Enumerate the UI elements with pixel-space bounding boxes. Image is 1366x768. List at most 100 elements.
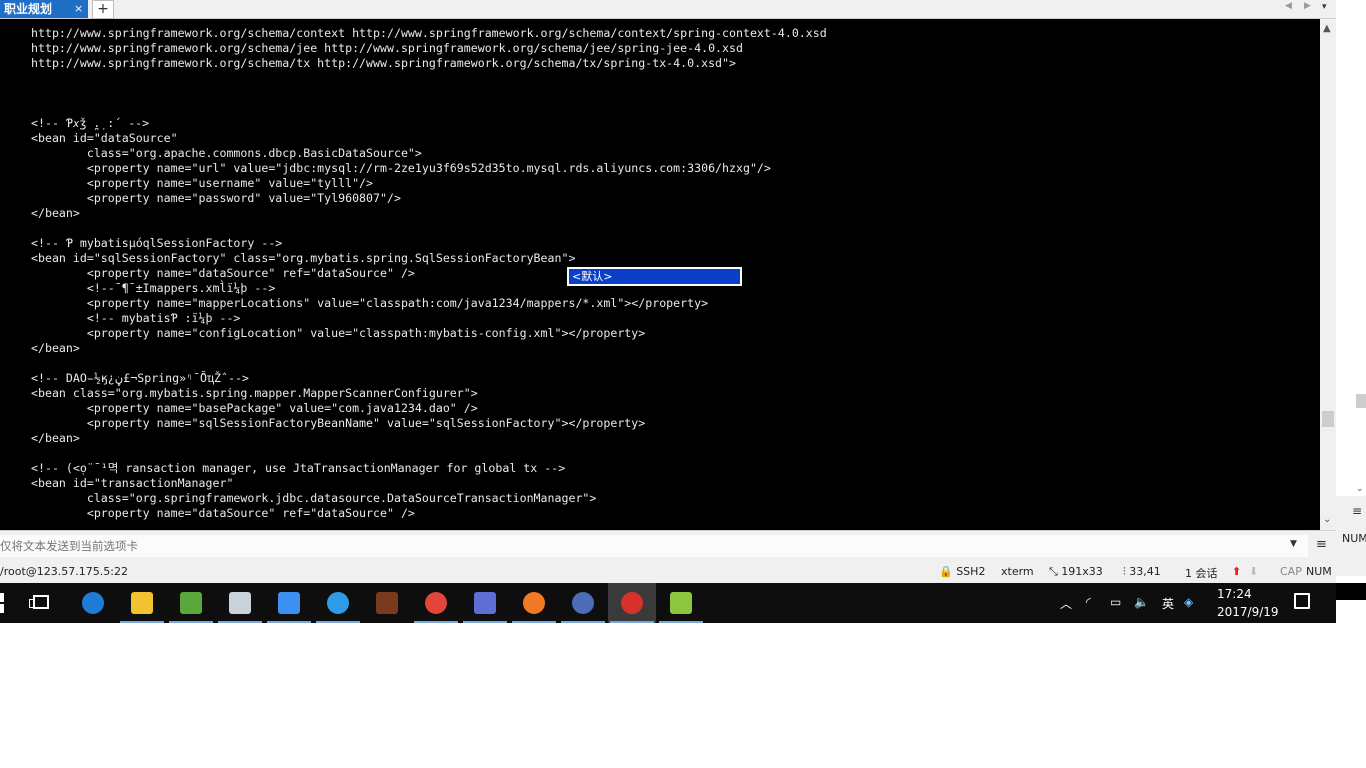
terminal-line: <property name="url" value="jdbc:mysql:/… (31, 161, 771, 175)
running-indicator (414, 621, 458, 623)
terminal-line: <!-- Ƥ mybatisµóqlSessionFactory --> (31, 236, 283, 250)
game-icon (376, 592, 398, 614)
status-cursor-label: 33,41 (1129, 565, 1161, 578)
taskbar-app-cube-app[interactable] (657, 583, 705, 623)
terminal-line: class="org.springframework.jdbc.datasour… (31, 491, 597, 505)
terminal-line: <property name="basePackage" value="com.… (31, 401, 478, 415)
globe-icon (572, 592, 594, 614)
background-scrollbar-thumb (1356, 394, 1366, 408)
status-num: NUM (1306, 565, 1332, 578)
tab-scroll-left-icon[interactable]: ◀ (1285, 1, 1292, 11)
task-view-icon[interactable] (29, 595, 49, 609)
terminal-scrollbar[interactable]: ▲ ⌄ (1320, 19, 1336, 530)
taskbar-app-notepad[interactable] (167, 583, 215, 623)
taskbar-app-baidu-netdisk[interactable] (265, 583, 313, 623)
cube-app-icon (670, 592, 692, 614)
firefox-icon (523, 592, 545, 614)
dolphin-icon (474, 592, 496, 614)
tab-active[interactable]: 职业规划 × (0, 0, 88, 18)
taskbar-app-edge[interactable] (69, 583, 117, 623)
terminal-line: </bean> (31, 206, 80, 220)
terminal-window[interactable]: http://www.springframework.org/schema/co… (0, 19, 1320, 530)
wifi-icon[interactable]: ◜ (1086, 595, 1091, 609)
edge-icon (82, 592, 104, 614)
running-indicator (512, 621, 556, 623)
running-indicator (463, 621, 507, 623)
status-size: ⤡ 191x33 (1049, 565, 1103, 578)
status-cursor: ⫶ 33,41 (1123, 565, 1161, 578)
terminal-line: <bean class="org.mybatis.spring.mapper.M… (31, 386, 478, 400)
send-text-input[interactable] (0, 535, 1308, 557)
terminal-line: <!-- Ƥ𝑥ǯ ̪.̣ :´ --> (31, 116, 150, 130)
ime-candidate-box[interactable]: <默认> (567, 267, 742, 286)
windows-logo-icon (0, 593, 4, 602)
ie-icon (327, 592, 349, 614)
background-taskbar-fragment (1336, 583, 1366, 600)
paint-icon (229, 592, 251, 614)
taskbar-app-xshell[interactable] (608, 583, 656, 623)
chrome-icon (425, 592, 447, 614)
taskbar: ︿ ◜ ▭ 🔈 英 ◈ 17:24 2017/9/19 (0, 583, 1336, 623)
status-protocol: 🔒 SSH2 (939, 565, 986, 578)
notification-center-icon[interactable] (1294, 593, 1310, 609)
status-cap: CAP (1280, 565, 1302, 578)
tab-scroll-right-icon[interactable]: ▶ (1304, 1, 1311, 11)
scroll-down-icon[interactable]: ⌄ (1323, 514, 1331, 525)
start-button[interactable] (0, 593, 4, 613)
notepad-icon (180, 592, 202, 614)
security-shield-icon[interactable]: ◈ (1184, 595, 1193, 609)
running-indicator (561, 621, 605, 623)
terminal-line: <bean id="dataSource" (31, 131, 178, 145)
file-explorer-icon (131, 592, 153, 614)
terminal-line: </bean> (31, 431, 80, 445)
clock-date[interactable]: 2017/9/19 (1217, 605, 1279, 619)
battery-icon[interactable]: ▭ (1110, 595, 1121, 609)
running-indicator (218, 621, 262, 623)
taskbar-app-paint[interactable] (216, 583, 264, 623)
send-menu-icon[interactable]: ≡ (1316, 537, 1327, 552)
send-dropdown-icon[interactable]: ▼ (1290, 539, 1297, 549)
tray-chevron-icon[interactable]: ︿ (1060, 595, 1072, 612)
terminal-line: <property name="dataSource" ref="dataSou… (31, 506, 415, 520)
taskbar-app-dolphin[interactable] (461, 583, 509, 623)
terminal-line: http://www.springframework.org/schema/je… (31, 41, 743, 55)
terminal-line: <property name="password" value="Tyl9608… (31, 191, 401, 205)
taskbar-app-globe[interactable] (559, 583, 607, 623)
background-menu-icon: ≡ (1352, 504, 1363, 518)
send-bar: ▼ ≡ (0, 530, 1336, 559)
terminal-line: <!-- mybatisƤ :ï¼þ --> (31, 311, 241, 325)
taskbar-app-chrome[interactable] (412, 583, 460, 623)
taskbar-app-firefox[interactable] (510, 583, 558, 623)
status-size-label: 191x33 (1061, 565, 1103, 578)
running-indicator (659, 621, 703, 623)
taskbar-app-ie[interactable] (314, 583, 362, 623)
background-scroll-down-icon: ⌄ (1356, 484, 1364, 494)
running-indicator (169, 621, 213, 623)
terminal-line: http://www.springframework.org/schema/co… (31, 26, 827, 40)
status-sessions: 1 会话 (1185, 567, 1218, 580)
clock-time[interactable]: 17:24 (1217, 587, 1252, 601)
taskbar-app-game[interactable] (363, 583, 411, 623)
terminal-line: <property name="username" value="tylll"/… (31, 176, 374, 190)
tab-close-icon[interactable]: × (74, 1, 83, 17)
running-indicator (316, 621, 360, 623)
running-indicator (610, 621, 654, 623)
running-indicator (120, 621, 164, 623)
terminal-line: <bean id="sqlSessionFactory" class="org.… (31, 251, 576, 265)
baidu-netdisk-icon (278, 592, 300, 614)
xshell-icon (621, 592, 643, 614)
scroll-up-icon[interactable]: ▲ (1323, 23, 1331, 34)
ime-indicator[interactable]: 英 (1162, 595, 1174, 612)
new-tab-button[interactable]: + (92, 0, 114, 19)
scrollbar-thumb[interactable] (1322, 411, 1334, 427)
tab-menu-icon[interactable]: ▾ (1322, 2, 1327, 12)
terminal-line: <!-- DAO̵½ӄ¿ڼ£¬Spring»ᶯ¯̄ÕҵŽ̂ --> (31, 371, 249, 385)
taskbar-app-file-explorer[interactable] (118, 583, 166, 623)
volume-icon[interactable]: 🔈 (1134, 595, 1149, 609)
